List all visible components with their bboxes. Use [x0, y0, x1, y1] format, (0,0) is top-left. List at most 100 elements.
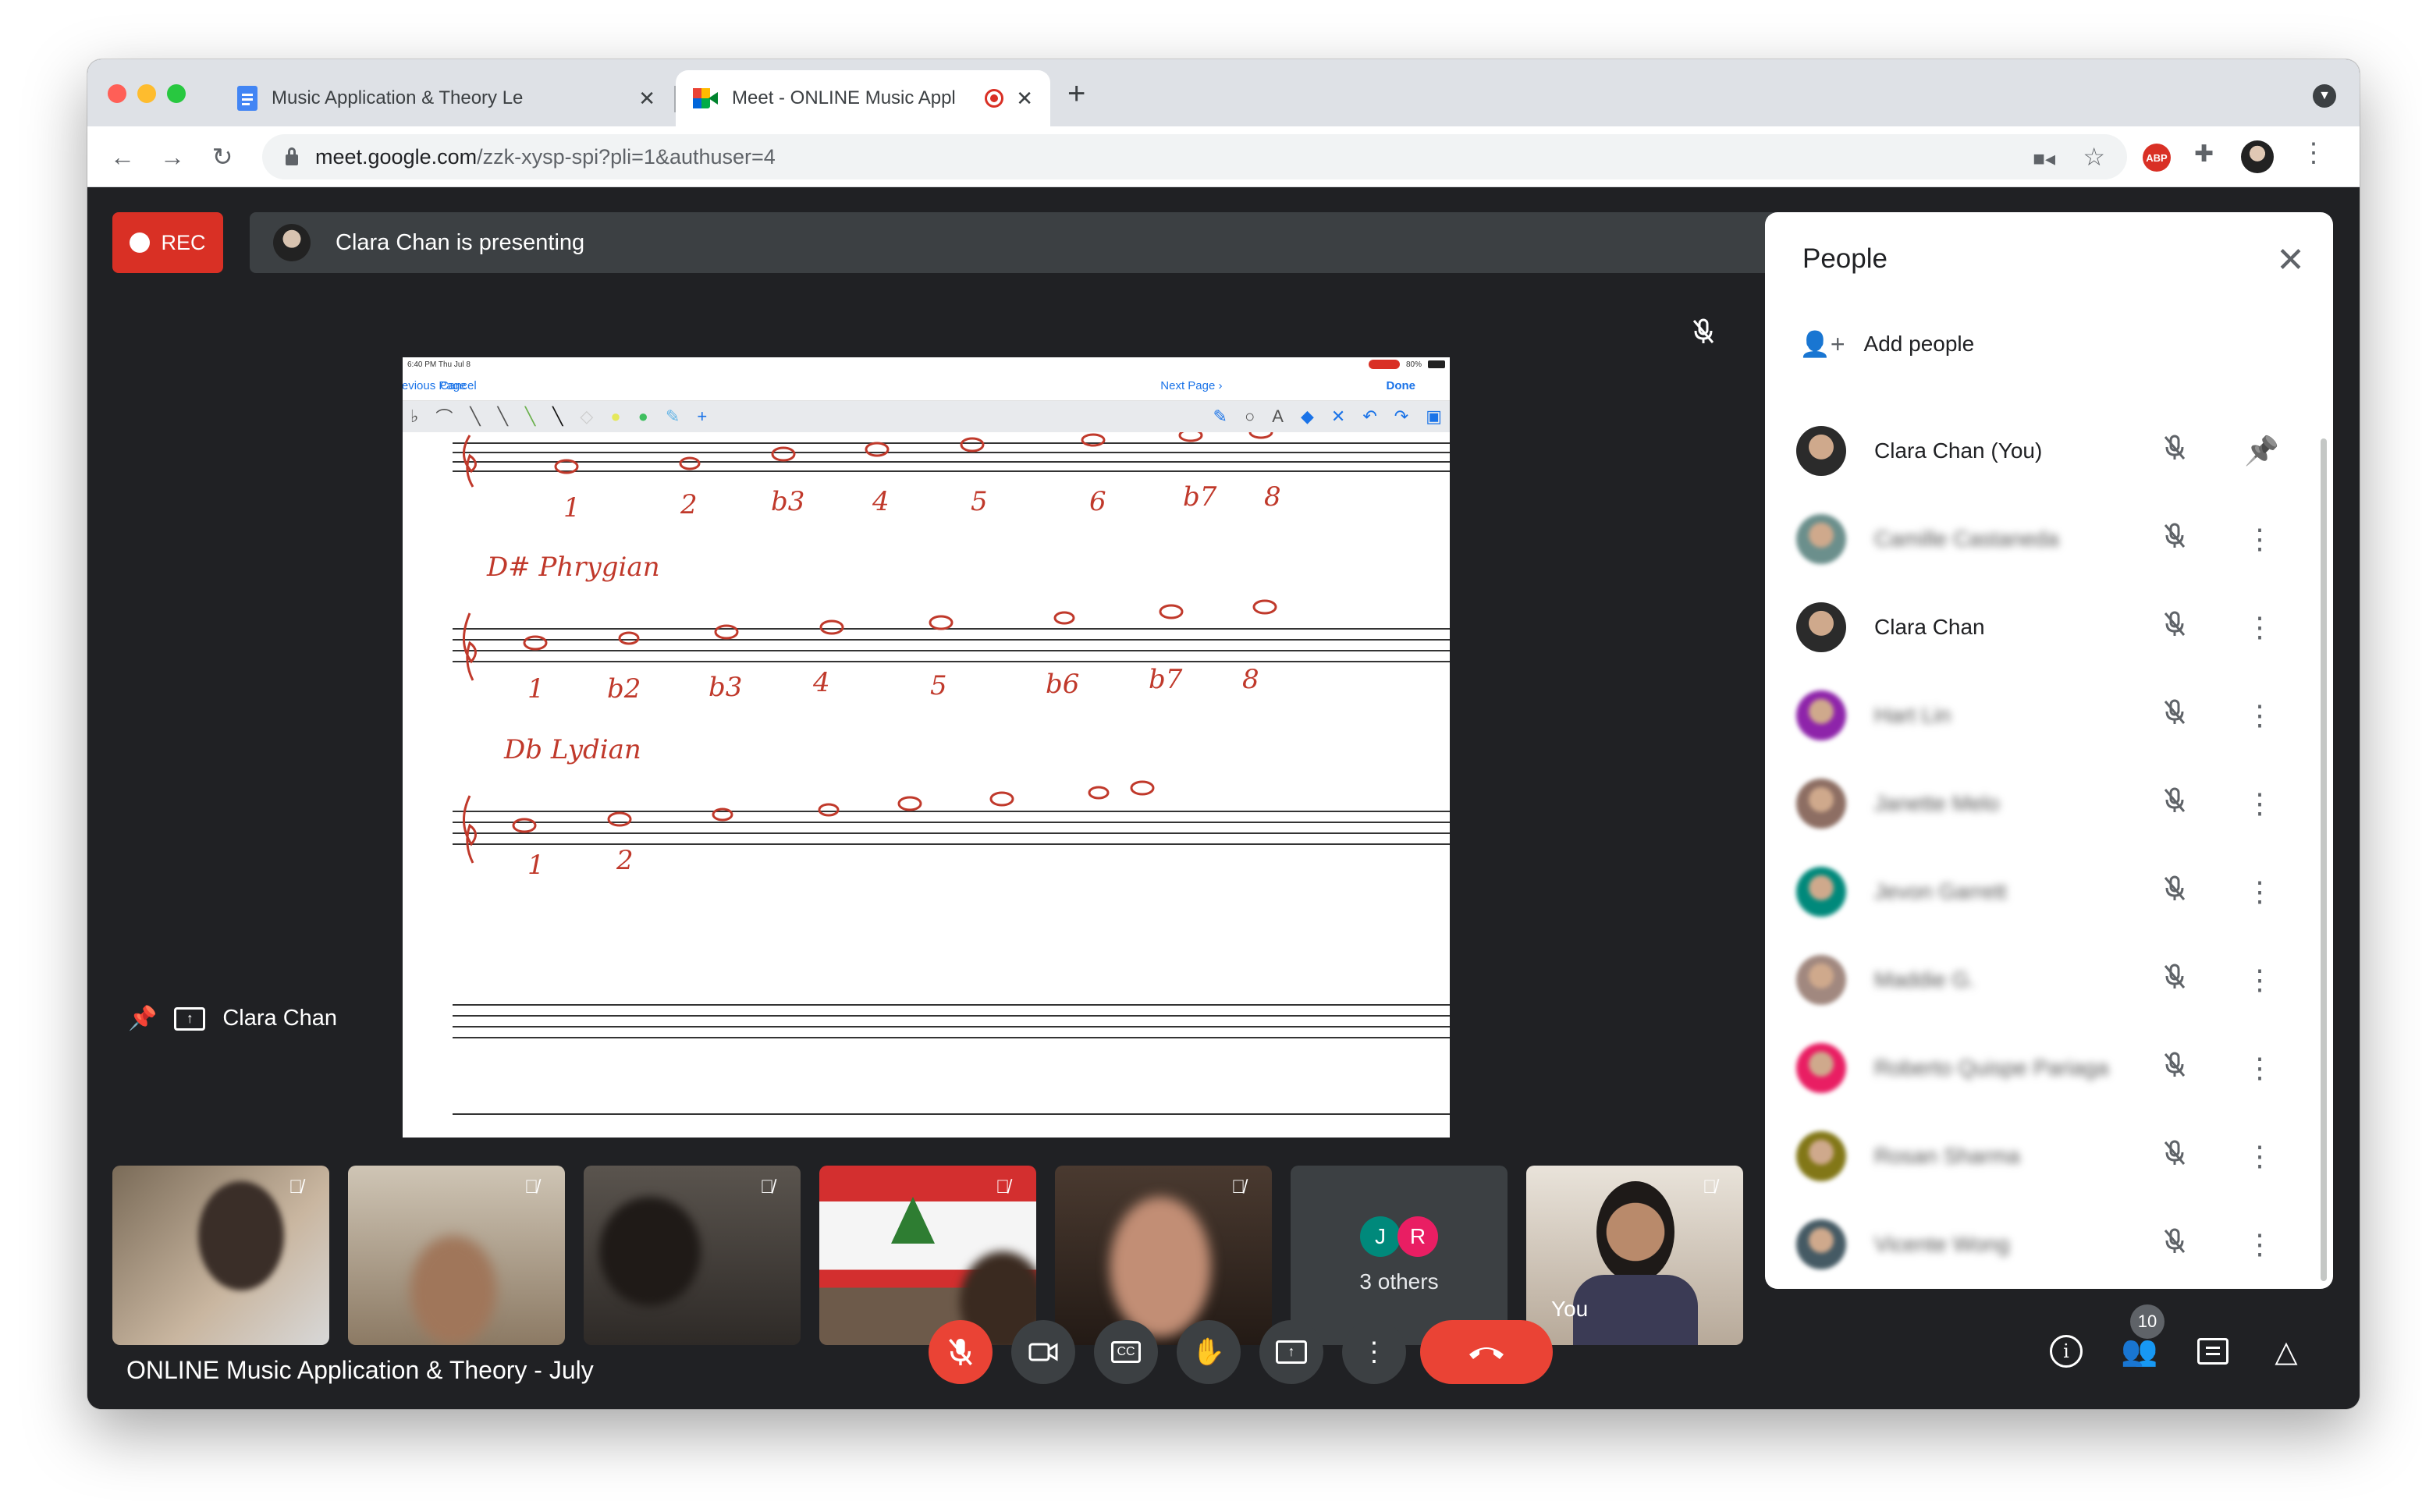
tab-meet[interactable]: Meet - ONLINE Music Appl ✕	[676, 70, 1050, 126]
line-tool-icon[interactable]: ╲	[498, 406, 508, 427]
camera-toggle-button[interactable]	[1011, 1320, 1075, 1384]
participant-tile[interactable]: 🎙̸	[348, 1166, 565, 1345]
participant-tile[interactable]: 🎙̸	[584, 1166, 801, 1345]
next-page-link[interactable]: Next Page ›	[1160, 379, 1222, 392]
minimize-window-button[interactable]	[137, 84, 156, 103]
forward-button[interactable]: →	[153, 137, 192, 176]
more-vert-icon[interactable]: ⋮	[2244, 964, 2275, 996]
pencil-icon[interactable]: ✎	[1213, 406, 1227, 427]
bookmark-star-icon[interactable]: ☆	[2083, 142, 2105, 172]
chat-button[interactable]	[2189, 1328, 2236, 1375]
participant-row[interactable]: Vicente Wong ⋮	[1796, 1201, 2296, 1288]
more-vert-icon[interactable]: ⋮	[2244, 875, 2275, 908]
more-vert-icon[interactable]: ⋮	[2244, 611, 2275, 644]
zoom-window-button[interactable]	[167, 84, 186, 103]
participant-row[interactable]: Roberto Quispe Pariaga ⋮	[1796, 1024, 2296, 1112]
pin-icon[interactable]: 📌	[128, 1005, 157, 1032]
done-link[interactable]: Done	[1387, 379, 1416, 392]
more-vert-icon[interactable]: ⋮	[2244, 1228, 2275, 1261]
abp-extension-icon[interactable]: ABP	[2143, 144, 2171, 172]
panel-title: People	[1802, 243, 1888, 274]
participant-row[interactable]: Rosan Sharma ⋮	[1796, 1113, 2296, 1200]
close-panel-icon[interactable]: ✕	[2276, 240, 2305, 280]
shape-icon[interactable]: ○	[1245, 406, 1255, 427]
muted-mic-icon	[2163, 523, 2186, 556]
degree-row2: 1	[527, 673, 545, 705]
lock-icon	[286, 147, 298, 165]
participant-row[interactable]: Janette Melo ⋮	[1796, 760, 2296, 847]
pen-black-icon[interactable]: ╲	[552, 406, 563, 427]
participant-name: Janette Melo	[1874, 791, 2000, 815]
highlighter-yellow-icon[interactable]: ●	[610, 406, 620, 427]
degree-row1: b3	[771, 486, 804, 517]
eraser-tool-icon[interactable]: ◆	[1301, 406, 1314, 427]
profile-avatar[interactable]	[2241, 140, 2274, 173]
presenter-avatar	[273, 224, 311, 261]
microphone-toggle-button[interactable]	[929, 1320, 993, 1384]
camera-in-use-icon[interactable]: ■◂	[2033, 147, 2055, 171]
pin-icon[interactable]: 📌	[2244, 435, 2279, 467]
captions-button[interactable]: CC	[1094, 1320, 1158, 1384]
more-vert-icon[interactable]: ⋮	[2244, 699, 2275, 732]
close-tab-icon[interactable]: ✕	[638, 87, 655, 111]
close-tab-icon[interactable]: ✕	[1016, 87, 1033, 111]
muted-mic-icon	[2163, 1052, 2186, 1085]
undo-icon[interactable]: ↶	[1362, 406, 1376, 427]
line-tool-icon[interactable]: ╲	[470, 406, 480, 427]
panel-scrollbar[interactable]	[2321, 438, 2327, 1281]
self-tile-label: You	[1551, 1297, 1589, 1321]
text-tool-icon[interactable]: A	[1272, 406, 1284, 427]
participant-row[interactable]: Hart Lin ⋮	[1796, 672, 2296, 759]
people-icon: 👥	[2121, 1335, 2158, 1368]
participant-row[interactable]: Maddie G. ⋮	[1796, 936, 2296, 1024]
highlighter-green-icon[interactable]: ●	[638, 406, 648, 427]
others-tile[interactable]: J R 3 others	[1291, 1166, 1508, 1345]
raise-hand-button[interactable]: ✋	[1177, 1320, 1241, 1384]
pen-green-icon[interactable]: ╲	[525, 406, 535, 427]
self-tile[interactable]: 🎙̸ You	[1526, 1166, 1743, 1345]
browser-menu-icon[interactable]: ⋮	[2300, 137, 2327, 169]
participant-tile[interactable]: 🎙̸	[819, 1166, 1036, 1345]
add-people-button[interactable]: 👤+ Add people	[1799, 329, 1974, 359]
muted-mic-icon: 🎙̸	[996, 1177, 1010, 1198]
highlighter-blue-icon[interactable]: ✎	[666, 406, 680, 427]
present-now-button[interactable]: ↑	[1259, 1320, 1323, 1384]
muted-mic-icon	[2163, 1140, 2186, 1173]
more-vert-icon[interactable]: ⋮	[2244, 787, 2275, 820]
participant-tile[interactable]: 🎙̸	[112, 1166, 329, 1345]
muted-mic-icon: 🎙̸	[524, 1177, 538, 1198]
recording-badge[interactable]: REC	[112, 212, 223, 273]
more-vert-icon[interactable]: ⋮	[2244, 1052, 2275, 1084]
more-vert-icon[interactable]: ⋮	[2244, 1140, 2275, 1173]
meeting-details-button[interactable]: i	[2043, 1328, 2090, 1375]
participant-row[interactable]: Jevon Garrett ⋮	[1796, 848, 2296, 935]
more-vert-icon[interactable]: ⋮	[2244, 523, 2275, 555]
leave-call-button[interactable]	[1420, 1320, 1553, 1384]
ipad-status-bar: 6:40 PM Thu Jul 8 80%	[403, 357, 1450, 371]
reload-button[interactable]: ↻	[203, 137, 242, 176]
participant-row[interactable]: Camille Castaneda ⋮	[1796, 495, 2296, 583]
address-bar[interactable]: meet.google.com /zzk-xysp-spi?pli=1&auth…	[262, 134, 2127, 179]
redo-icon[interactable]: ↷	[1394, 406, 1408, 427]
mic-off-icon	[949, 1339, 972, 1365]
battery-icon	[1428, 360, 1445, 368]
clear-icon[interactable]: ✕	[1331, 406, 1345, 427]
tab-search-icon[interactable]: ▼	[2313, 84, 2336, 108]
close-window-button[interactable]	[108, 84, 126, 103]
more-options-button[interactable]: ⋮	[1342, 1320, 1406, 1384]
layers-icon[interactable]: ▣	[1426, 406, 1442, 427]
extensions-puzzle-icon[interactable]: ✚	[2194, 140, 2214, 168]
activities-button[interactable]: △	[2263, 1328, 2310, 1375]
participant-row[interactable]: Clara Chan ⋮	[1796, 584, 2296, 671]
add-tool-icon[interactable]: +	[697, 406, 707, 427]
new-tab-button[interactable]: +	[1067, 76, 1085, 112]
back-button[interactable]: ←	[103, 137, 142, 176]
flat-tool-icon[interactable]: ♭	[410, 406, 418, 427]
participant-row[interactable]: Clara Chan (You) 📌	[1796, 407, 2296, 495]
previous-page-link[interactable]: ‹ Previous Page	[403, 379, 466, 392]
muted-mic-icon	[2163, 699, 2186, 733]
eraser-icon[interactable]: ◇	[580, 406, 593, 427]
participant-tile[interactable]: 🎙̸	[1055, 1166, 1272, 1345]
tie-tool-icon[interactable]: ⌒	[435, 404, 453, 429]
tab-music-docs[interactable]: Music Application & Theory Le ✕	[220, 70, 673, 126]
